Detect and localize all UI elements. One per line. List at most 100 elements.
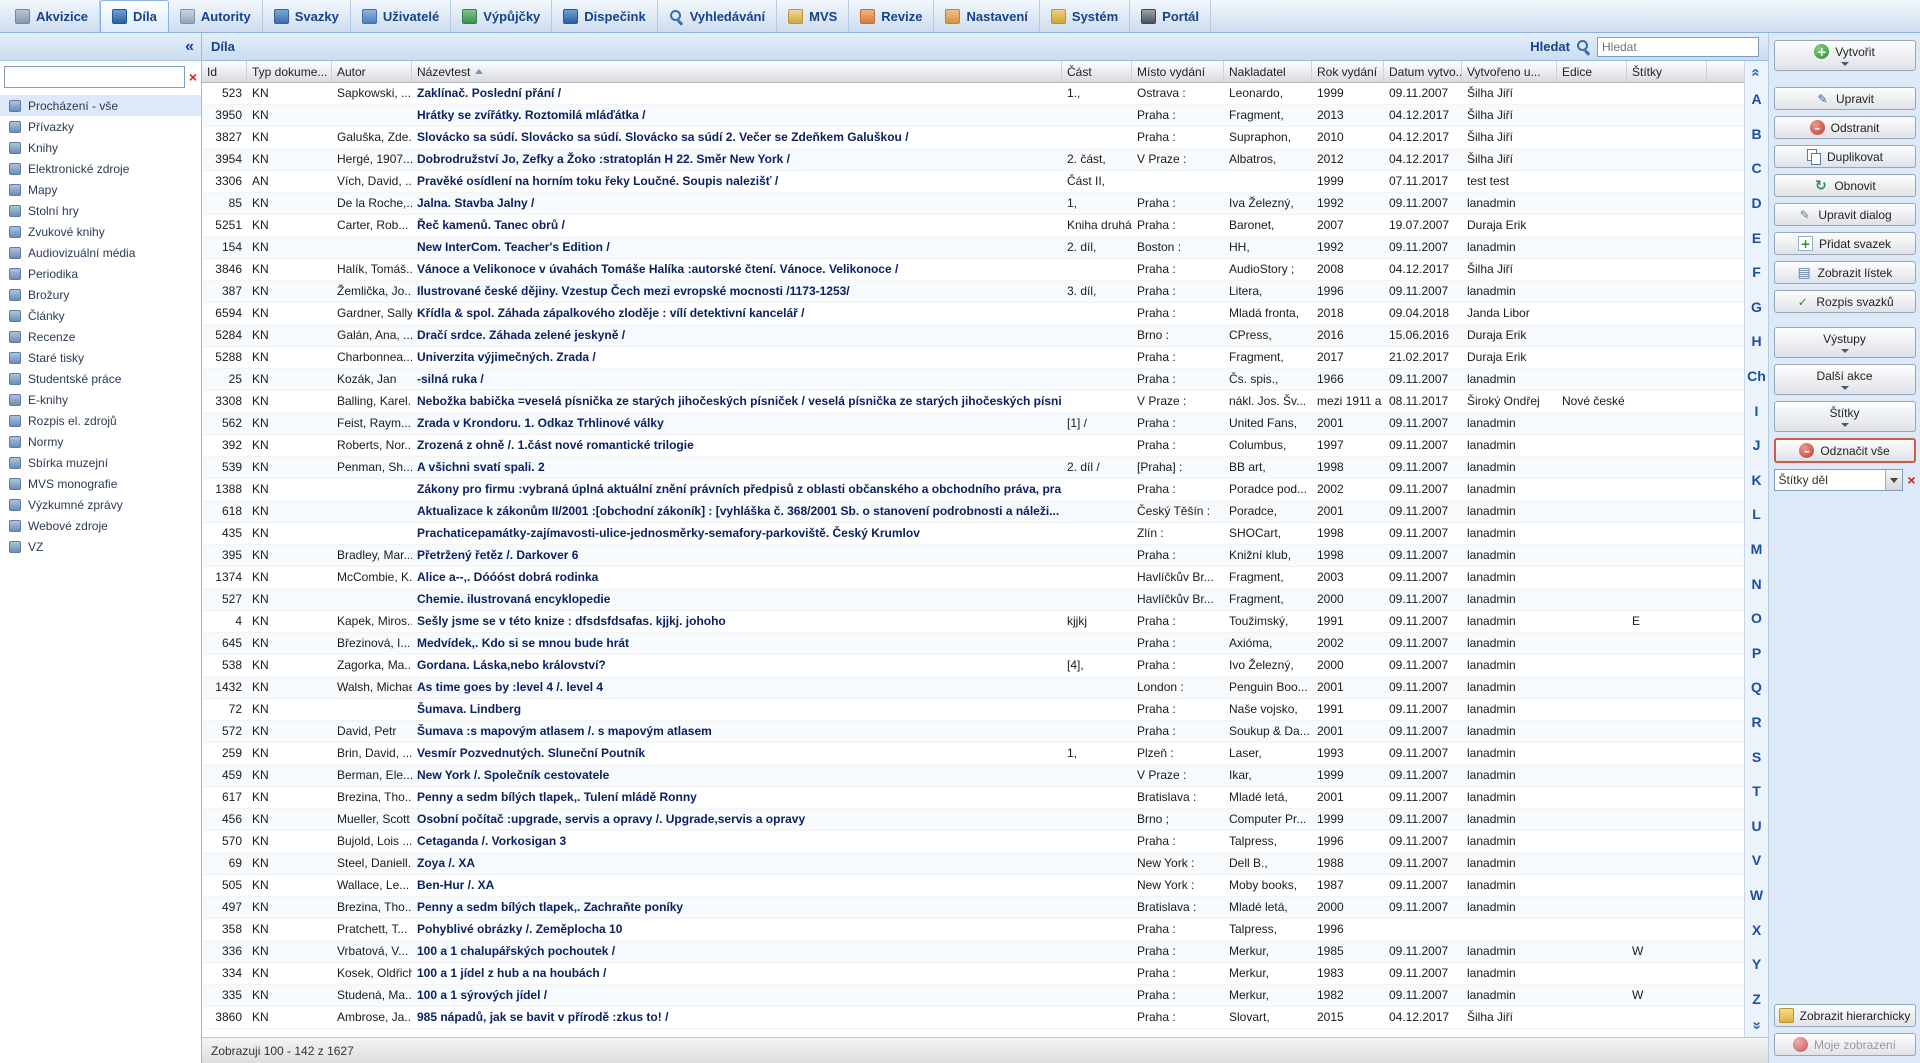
table-row[interactable]: 3860KNAmbrose, Ja...985 nápadů, jak se b… xyxy=(202,1007,1744,1029)
table-row[interactable]: 435KNPrachaticepamátky-zajímavosti-ulice… xyxy=(202,523,1744,545)
table-row[interactable]: 259KNBrin, David, ...Vesmír Pozvednutých… xyxy=(202,743,1744,765)
table-row[interactable]: 3308KNBalling, Karel...Nebožka babička =… xyxy=(202,391,1744,413)
collapse-sidebar-button[interactable]: « xyxy=(185,39,194,55)
zobrazit-listek-button[interactable]: Zobrazit lístek xyxy=(1774,261,1916,284)
search-input[interactable] xyxy=(1597,37,1759,57)
obnovit-button[interactable]: Obnovit xyxy=(1774,174,1916,197)
table-row[interactable]: 5288KNCharbonnea...Univerzita výjimečnýc… xyxy=(202,347,1744,369)
upravit-button[interactable]: Upravit xyxy=(1774,87,1916,110)
table-row[interactable]: 335KNStudená, Ma...100 a 1 sýrových jíde… xyxy=(202,985,1744,1007)
column-header-autor[interactable]: Autor xyxy=(332,61,412,82)
alphabet-letter-v[interactable]: V xyxy=(1745,843,1768,878)
tab-vyhledavani[interactable]: Vyhledávání xyxy=(658,0,777,32)
column-header-nakladatel[interactable]: Nakladatel xyxy=(1224,61,1312,82)
table-row[interactable]: 72KNŠumava. LindbergPraha :Naše vojsko,1… xyxy=(202,699,1744,721)
alphabet-letter-w[interactable]: W xyxy=(1745,878,1768,913)
sidebar-item-elektronicke-zdroje[interactable]: Elektronické zdroje xyxy=(0,158,201,179)
table-row[interactable]: 5251KNCarter, Rob...Řeč kamenů. Tanec ob… xyxy=(202,215,1744,237)
alphabet-letter-b[interactable]: B xyxy=(1745,117,1768,152)
scroll-top-icon[interactable]: « xyxy=(1747,68,1766,76)
column-header-typ-dokume[interactable]: Typ dokume... xyxy=(247,61,332,82)
sidebar-item-stolni-hry[interactable]: Stolní hry xyxy=(0,200,201,221)
sidebar-item-zvukove-knihy[interactable]: Zvukové knihy xyxy=(0,221,201,242)
sidebar-item-clanky[interactable]: Články xyxy=(0,305,201,326)
column-header-id[interactable]: Id xyxy=(202,61,247,82)
column-header-edice[interactable]: Edice xyxy=(1557,61,1627,82)
tab-uzivatele[interactable]: Uživatelé xyxy=(351,0,451,32)
column-header-datum-vytvo[interactable]: Datum vytvo... xyxy=(1384,61,1462,82)
alphabet-letter-m[interactable]: M xyxy=(1745,532,1768,567)
table-row[interactable]: 154KNNew InterCom. Teacher's Edition /2.… xyxy=(202,237,1744,259)
table-row[interactable]: 570KNBujold, Lois ...Cetaganda /. Vorkos… xyxy=(202,831,1744,853)
sidebar-item-vz[interactable]: VZ xyxy=(0,536,201,557)
table-row[interactable]: 387KNŽemlička, Jo...Ilustrované české dě… xyxy=(202,281,1744,303)
column-header-stitky[interactable]: Štítky xyxy=(1627,61,1707,82)
table-row[interactable]: 3954KNHergé, 1907...Dobrodružství Jo, Ze… xyxy=(202,149,1744,171)
alphabet-letter-e[interactable]: E xyxy=(1745,220,1768,255)
alphabet-letter-q[interactable]: Q xyxy=(1745,670,1768,705)
tab-revize[interactable]: Revize xyxy=(849,0,934,32)
sidebar-item-studentske-prace[interactable]: Studentské práce xyxy=(0,368,201,389)
sidebar-item-prochazeni-vse[interactable]: Procházení - vše xyxy=(0,95,201,116)
tab-mvs[interactable]: MVS xyxy=(777,0,849,32)
table-row[interactable]: 497KNBrezina, Tho...Penny a sedm bílých … xyxy=(202,897,1744,919)
table-row[interactable]: 645KNBřezinová, I...Medvídek,. Kdo si se… xyxy=(202,633,1744,655)
column-header-rok-vydani[interactable]: Rok vydání xyxy=(1312,61,1384,82)
alphabet-letter-g[interactable]: G xyxy=(1745,290,1768,325)
table-row[interactable]: 3846KNHalík, Tomáš...Vánoce a Velikonoce… xyxy=(202,259,1744,281)
sidebar-item-periodika[interactable]: Periodika xyxy=(0,263,201,284)
table-row[interactable]: 4KNKapek, Miros...Sešly jsme se v této k… xyxy=(202,611,1744,633)
chevron-down-icon[interactable] xyxy=(1885,470,1902,490)
sidebar-item-mvs-monografie[interactable]: MVS monografie xyxy=(0,473,201,494)
alphabet-letter-u[interactable]: U xyxy=(1745,808,1768,843)
alphabet-letter-z[interactable]: Z xyxy=(1745,981,1768,1016)
alphabet-letter-r[interactable]: R xyxy=(1745,705,1768,740)
table-row[interactable]: 505KNWallace, Le...Ben-Hur /. XANew York… xyxy=(202,875,1744,897)
sidebar-item-e-knihy[interactable]: E-knihy xyxy=(0,389,201,410)
table-row[interactable]: 5284KNGalán, Ana, ...Dračí srdce. Záhada… xyxy=(202,325,1744,347)
alphabet-letter-ch[interactable]: Ch xyxy=(1745,359,1768,394)
sidebar-search-clear-icon[interactable]: × xyxy=(189,70,197,84)
sidebar-item-knihy[interactable]: Knihy xyxy=(0,137,201,158)
alphabet-letter-d[interactable]: D xyxy=(1745,186,1768,221)
alphabet-letter-i[interactable]: I xyxy=(1745,393,1768,428)
vytvorit-button[interactable]: Vytvořit xyxy=(1774,40,1916,71)
sidebar-item-mapy[interactable]: Mapy xyxy=(0,179,201,200)
column-header-misto-vydani[interactable]: Místo vydání xyxy=(1132,61,1224,82)
alphabet-letter-s[interactable]: S xyxy=(1745,739,1768,774)
column-header-nazevtest[interactable]: Názevtest xyxy=(412,61,1062,82)
table-row[interactable]: 25KNKozák, Jan-silná ruka /Praha :Čs. sp… xyxy=(202,369,1744,391)
tab-akvizice[interactable]: Akvizice xyxy=(4,0,100,32)
alphabet-letter-c[interactable]: C xyxy=(1745,151,1768,186)
table-row[interactable]: 336KNVrbatová, V...100 a 1 chalupářských… xyxy=(202,941,1744,963)
tab-system[interactable]: Systém xyxy=(1040,0,1130,32)
table-row[interactable]: 1374KNMcCombie, K...Alice a--,. Dóóóst d… xyxy=(202,567,1744,589)
sidebar-item-vyzkumne-zpravy[interactable]: Výzkumné zprávy xyxy=(0,494,201,515)
tag-filter-select[interactable]: Štítky děl xyxy=(1774,469,1904,491)
table-row[interactable]: 456KNMueller, ScottOsobní počítač :upgra… xyxy=(202,809,1744,831)
column-header-cast[interactable]: Část xyxy=(1062,61,1132,82)
alphabet-letter-f[interactable]: F xyxy=(1745,255,1768,290)
odznacit-vse-button[interactable]: Odznačit vše xyxy=(1774,438,1916,463)
tag-filter-clear-icon[interactable]: × xyxy=(1907,473,1915,487)
table-row[interactable]: 3827KNGaluška, Zde...Slovácko sa súdí. S… xyxy=(202,127,1744,149)
alphabet-letter-k[interactable]: K xyxy=(1745,463,1768,498)
table-row[interactable]: 3306ANVích, David, ...Pravěké osídlení n… xyxy=(202,171,1744,193)
table-row[interactable]: 1432KNWalsh, MichaelAs time goes by :lev… xyxy=(202,677,1744,699)
alphabet-letter-x[interactable]: X xyxy=(1745,912,1768,947)
dalsi-akce-button[interactable]: Další akce xyxy=(1774,364,1916,395)
table-row[interactable]: 539KNPenman, Sh...A všichni svatí spali.… xyxy=(202,457,1744,479)
tab-autority[interactable]: Autority xyxy=(169,0,263,32)
table-row[interactable]: 334KNKosek, Oldřich100 a 1 jídel z hub a… xyxy=(202,963,1744,985)
alphabet-letter-a[interactable]: A xyxy=(1745,82,1768,117)
alphabet-letter-h[interactable]: H xyxy=(1745,324,1768,359)
table-row[interactable]: 617KNBrezina, Tho...Penny a sedm bílých … xyxy=(202,787,1744,809)
table-row[interactable]: 1388KNZákony pro firmu :vybraná úplná ak… xyxy=(202,479,1744,501)
table-row[interactable]: 3950KNHrátky se zvířátky. Roztomilá mláď… xyxy=(202,105,1744,127)
zobrazit-hierarchicky-button[interactable]: Zobrazit hierarchicky xyxy=(1774,1004,1916,1027)
sidebar-item-brozury[interactable]: Brožury xyxy=(0,284,201,305)
table-row[interactable]: 395KNBradley, Mar...Přetržený řetěz /. D… xyxy=(202,545,1744,567)
sidebar-item-stare-tisky[interactable]: Staré tisky xyxy=(0,347,201,368)
duplikovat-button[interactable]: Duplikovat xyxy=(1774,145,1916,168)
upravit-dialog-button[interactable]: Upravit dialog xyxy=(1774,203,1916,226)
